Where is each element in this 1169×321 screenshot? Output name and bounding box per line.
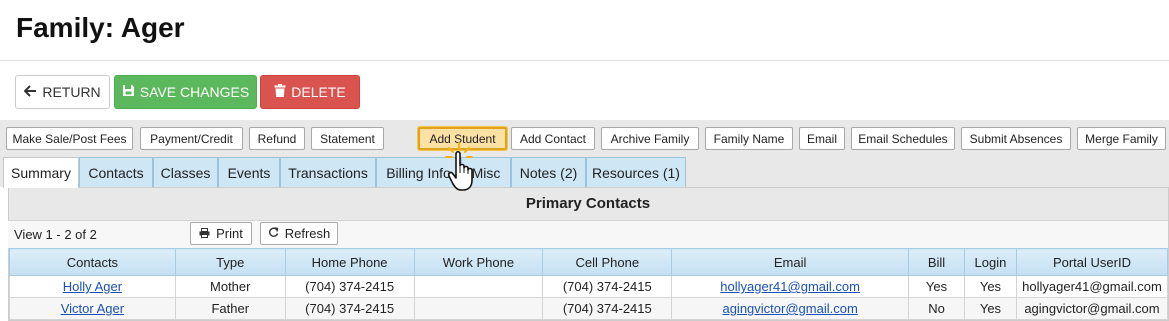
title-divider [0, 60, 1169, 61]
refresh-label: Refresh [284, 226, 331, 241]
email-cell: hollyager41@gmail.com [671, 275, 910, 298]
column-header-portal-userid[interactable]: Portal UserID [1015, 248, 1169, 276]
statement-button[interactable]: Statement [311, 127, 384, 150]
table-row[interactable]: Victor Ager Father (704) 374-2415 (704) … [9, 297, 1169, 320]
tab-resources[interactable]: Resources (1) [586, 157, 686, 187]
merge-family-button[interactable]: Merge Family [1077, 127, 1166, 150]
column-header-type[interactable]: Type [174, 248, 286, 276]
view-count: View 1 - 2 of 2 [14, 227, 97, 242]
type-cell: Father [174, 297, 286, 320]
bill-cell: Yes [908, 275, 965, 298]
floppy-disk-icon [122, 84, 135, 100]
submit-absences-button[interactable]: Submit Absences [961, 127, 1071, 150]
email-button[interactable]: Email [799, 127, 845, 150]
column-header-email[interactable]: Email [671, 248, 910, 276]
cell-phone-cell: (704) 374-2415 [542, 275, 673, 298]
tab-summary[interactable]: Summary [3, 157, 79, 188]
work-phone-cell [413, 297, 544, 320]
table-header-row: Contacts Type Home Phone Work Phone Cell… [9, 248, 1169, 276]
trash-icon [274, 84, 286, 100]
print-label: Print [216, 226, 243, 241]
email-cell: agingvictor@gmail.com [671, 297, 910, 320]
tab-classes[interactable]: Classes [153, 157, 218, 187]
arrow-left-icon [23, 84, 37, 100]
tab-contacts[interactable]: Contacts [79, 157, 153, 187]
payment-credit-button[interactable]: Payment/Credit [140, 127, 243, 150]
column-header-work-phone[interactable]: Work Phone [413, 248, 544, 276]
grid-pager [8, 220, 1168, 248]
add-contact-button[interactable]: Add Contact [511, 127, 595, 150]
email-link[interactable]: hollyager41@gmail.com [720, 279, 860, 294]
work-phone-cell [413, 275, 544, 298]
column-header-login[interactable]: Login [963, 248, 1017, 276]
refresh-icon [268, 226, 279, 241]
make-sale-post-fees-button[interactable]: Make Sale/Post Fees [6, 127, 133, 150]
column-header-contacts[interactable]: Contacts [9, 248, 176, 276]
contact-link[interactable]: Holly Ager [63, 279, 122, 294]
printer-icon [199, 226, 210, 241]
home-phone-cell: (704) 374-2415 [284, 275, 415, 298]
delete-button[interactable]: DELETE [260, 75, 360, 109]
contact-cell: Holly Ager [9, 275, 176, 298]
login-cell: Yes [963, 297, 1017, 320]
family-name-button[interactable]: Family Name [705, 127, 793, 150]
column-header-home-phone[interactable]: Home Phone [284, 248, 415, 276]
type-cell: Mother [174, 275, 286, 298]
save-changes-button[interactable]: SAVE CHANGES [114, 75, 257, 109]
page-title: Family: Ager [16, 12, 185, 43]
tab-events[interactable]: Events [218, 157, 280, 187]
column-header-bill[interactable]: Bill [908, 248, 965, 276]
primary-contacts-table: Contacts Type Home Phone Work Phone Cell… [9, 248, 1169, 320]
table-row[interactable]: Holly Ager Mother (704) 374-2415 (704) 3… [9, 275, 1169, 298]
contact-link[interactable]: Victor Ager [61, 301, 124, 316]
contact-cell: Victor Ager [9, 297, 176, 320]
portal-userid-cell: hollyager41@gmail.com [1015, 275, 1169, 298]
email-schedules-button[interactable]: Email Schedules [851, 127, 955, 150]
add-student-button[interactable]: Add Student [418, 127, 507, 150]
home-phone-cell: (704) 374-2415 [284, 297, 415, 320]
print-button[interactable]: Print [190, 222, 252, 245]
delete-label: DELETE [291, 84, 346, 100]
refresh-button[interactable]: Refresh [260, 222, 338, 245]
bill-cell: No [908, 297, 965, 320]
tab-transactions[interactable]: Transactions [280, 157, 376, 187]
primary-contacts-heading: Primary Contacts [525, 194, 651, 212]
return-label: RETURN [42, 84, 101, 100]
tab-notes[interactable]: Notes (2) [511, 157, 586, 187]
return-button[interactable]: RETURN [15, 75, 110, 109]
column-header-cell-phone[interactable]: Cell Phone [542, 248, 673, 276]
tab-misc[interactable]: Misc [461, 157, 511, 187]
tab-billing-info[interactable]: Billing Info [376, 157, 461, 187]
portal-userid-cell: agingvictor@gmail.com [1015, 297, 1169, 320]
cell-phone-cell: (704) 374-2415 [542, 297, 673, 320]
save-changes-label: SAVE CHANGES [139, 84, 250, 100]
login-cell: Yes [963, 275, 1017, 298]
refund-button[interactable]: Refund [249, 127, 305, 150]
archive-family-button[interactable]: Archive Family [601, 127, 699, 150]
email-link[interactable]: agingvictor@gmail.com [722, 301, 857, 316]
